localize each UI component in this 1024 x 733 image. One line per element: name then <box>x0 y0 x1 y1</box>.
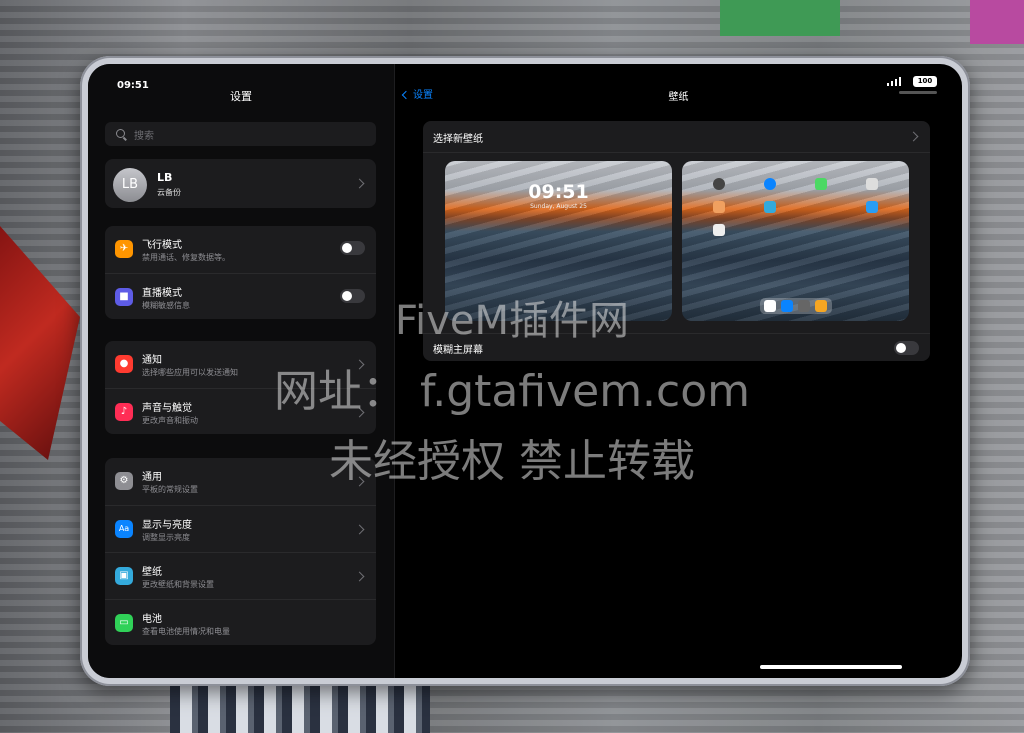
video-icon: ■ <box>115 288 133 306</box>
sidebar-item-label: 壁纸 <box>142 567 162 578</box>
sidebar-item-battery[interactable]: ▭ 电池 查看电池使用情况和电量 <box>105 599 376 645</box>
streamer-mode-toggle[interactable] <box>340 289 365 303</box>
settings-group-1: ✈ 飞行模式 禁用通话、修复数据等。 ■ 直播模式 模糊敏感信息 <box>105 226 376 319</box>
wallpaper-page: 设置 壁纸 100 选择新壁纸 09:51 Sunday, August 25 <box>395 64 962 678</box>
sidebar-item-notifications[interactable]: ● 通知 选择哪些应用可以发送通知 <box>105 341 376 387</box>
profile-card[interactable]: LB LB 云备份 <box>105 159 376 208</box>
gear-icon: ⚙ <box>115 472 133 490</box>
profile-subtitle: 云备份 <box>157 188 181 197</box>
battery-icon: ▭ <box>115 614 133 632</box>
sidebar-item-display[interactable]: Aa 显示与亮度 调整显示亮度 <box>105 505 376 552</box>
sidebar-item-subtitle: 选择哪些应用可以发送通知 <box>142 368 238 377</box>
avatar: LB <box>113 168 147 202</box>
chevron-right-icon <box>354 407 365 418</box>
sidebar-item-subtitle: 调整显示亮度 <box>142 533 190 542</box>
chevron-right-icon <box>354 359 365 370</box>
sidebar-item-wallpaper[interactable]: ▣ 壁纸 更改壁纸和背景设置 <box>105 552 376 599</box>
sidebar-item-general[interactable]: ⚙ 通用 平板的常规设置 <box>105 458 376 504</box>
sidebar-item-subtitle: 禁用通话、修复数据等。 <box>142 253 230 262</box>
speaker-icon: ♪ <box>115 403 133 421</box>
sidebar-item-label: 电池 <box>142 614 162 625</box>
profile-name: LB <box>157 171 173 184</box>
sidebar-item-subtitle: 查看电池使用情况和电量 <box>142 627 230 636</box>
settings-sidebar: 09:51 设置 搜索 LB LB 云备份 ✈ 飞行模式 禁用通话、修复数据等。… <box>88 64 395 678</box>
chevron-right-icon <box>354 476 365 487</box>
home-screen-preview[interactable] <box>682 161 909 321</box>
blur-home-screen-row: 模糊主屏幕 <box>423 333 930 361</box>
sidebar-item-label: 直播模式 <box>142 288 182 299</box>
settings-group-3: ⚙ 通用 平板的常规设置 Aa 显示与亮度 调整显示亮度 ▣ 壁纸 更改壁纸和背… <box>105 458 376 645</box>
text-size-icon: Aa <box>115 520 133 538</box>
signal-icon <box>887 76 901 86</box>
sidebar-item-label: 显示与亮度 <box>142 520 192 531</box>
clock-icon <box>713 224 725 236</box>
appstore-icon <box>764 201 776 213</box>
blur-home-screen-label: 模糊主屏幕 <box>433 345 483 356</box>
airplane-mode-toggle[interactable] <box>340 241 365 255</box>
search-icon <box>116 129 125 138</box>
home-indicator[interactable] <box>760 665 902 669</box>
lock-screen-time: 09:51 <box>528 181 589 203</box>
lock-screen-date: Sunday, August 25 <box>530 203 587 210</box>
wallpaper-icon: ▣ <box>115 567 133 585</box>
chevron-right-icon <box>908 131 919 142</box>
camera-icon <box>713 178 725 190</box>
sidebar-item-airplane-mode[interactable]: ✈ 飞行模式 禁用通话、修复数据等。 <box>105 226 376 272</box>
search-placeholder: 搜索 <box>134 131 154 142</box>
choose-wallpaper-label[interactable]: 选择新壁纸 <box>433 130 483 145</box>
wallpaper-card: 选择新壁纸 09:51 Sunday, August 25 模糊主屏幕 <box>423 121 930 361</box>
search-input[interactable]: 搜索 <box>105 122 376 146</box>
sidebar-item-streamer-mode[interactable]: ■ 直播模式 模糊敏感信息 <box>105 273 376 319</box>
sidebar-item-label: 通知 <box>142 355 162 366</box>
bell-icon: ● <box>115 355 133 373</box>
app-icon <box>866 178 878 190</box>
background-clothing <box>170 680 430 733</box>
status-bar-line <box>899 91 937 94</box>
chevron-right-icon <box>354 524 365 535</box>
sidebar-item-subtitle: 更改壁纸和背景设置 <box>142 580 214 589</box>
dock <box>760 298 832 314</box>
app-icon <box>764 300 776 312</box>
sidebar-item-sounds[interactable]: ♪ 声音与触觉 更改声音和振动 <box>105 388 376 434</box>
divider <box>423 152 930 153</box>
background-poster <box>720 0 840 36</box>
tablet-screen: 09:51 设置 搜索 LB LB 云备份 ✈ 飞行模式 禁用通话、修复数据等。… <box>88 64 962 678</box>
sidebar-item-label: 声音与触觉 <box>142 403 192 414</box>
maps-icon <box>815 178 827 190</box>
chevron-right-icon <box>354 178 365 189</box>
chevron-right-icon <box>354 571 365 582</box>
background-poster <box>970 0 1024 44</box>
sidebar-item-subtitle: 模糊敏感信息 <box>142 301 190 310</box>
blur-home-screen-toggle[interactable] <box>894 341 919 355</box>
airplane-icon: ✈ <box>115 240 133 258</box>
sidebar-title: 设置 <box>230 90 252 103</box>
sidebar-item-label: 飞行模式 <box>142 240 182 251</box>
sidebar-item-subtitle: 平板的常规设置 <box>142 485 198 494</box>
lock-screen-preview[interactable]: 09:51 Sunday, August 25 <box>445 161 672 321</box>
camera-icon <box>798 300 810 312</box>
photos-icon <box>713 201 725 213</box>
battery-indicator: 100 <box>913 76 937 87</box>
mail-icon <box>781 300 793 312</box>
safari-icon <box>764 178 776 190</box>
page-title: 壁纸 <box>668 92 689 103</box>
sidebar-item-label: 通用 <box>142 472 162 483</box>
sidebar-item-subtitle: 更改声音和振动 <box>142 416 198 425</box>
settings-group-2: ● 通知 选择哪些应用可以发送通知 ♪ 声音与触觉 更改声音和振动 <box>105 341 376 434</box>
photos-icon <box>815 300 827 312</box>
app-icon <box>866 201 878 213</box>
